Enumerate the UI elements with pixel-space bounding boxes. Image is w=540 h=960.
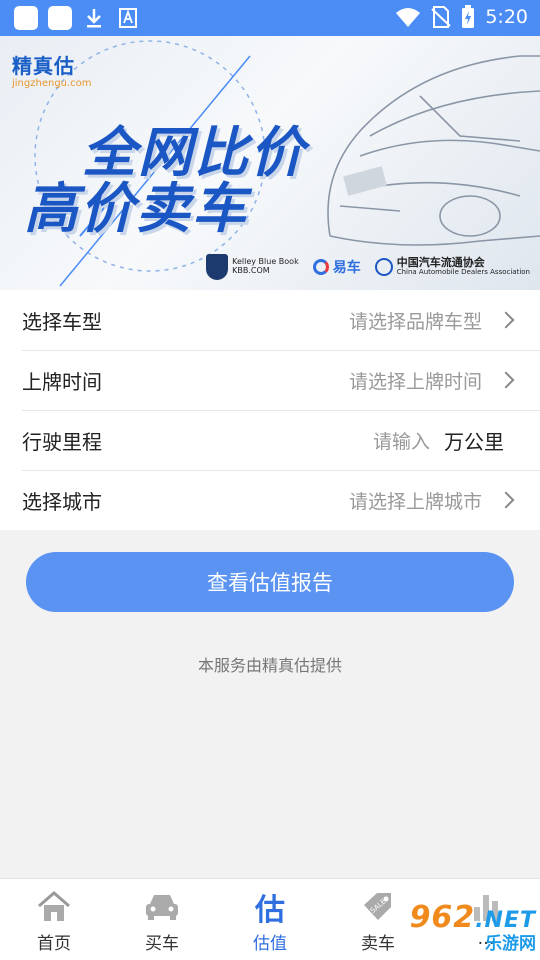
service-provider-note: 本服务由精真估提供 [197, 656, 342, 675]
tab-label: 首页 [37, 934, 71, 954]
chevron-right-icon [497, 311, 515, 329]
model-selector-placeholder: 请选择品牌车型 [348, 310, 482, 333]
partner-kbb: Kelley Blue Book KBB.COM [206, 254, 299, 280]
partner-cada-english: China Automobile Dealers Association [396, 268, 530, 277]
tab-label: 估值 [253, 934, 287, 954]
partner-logos: Kelley Blue Book KBB.COM 易车 中国汽车流通协会 Chi… [206, 254, 530, 280]
tab-estimate[interactable]: 估 估值 [216, 879, 324, 960]
app-square-icon [14, 6, 38, 30]
mileage-unit: 万公里 [444, 429, 504, 454]
status-bar: 5:20 [0, 0, 540, 36]
tab-label: 卖车 [361, 934, 395, 954]
city-selector-placeholder: 请选择上牌城市 [348, 490, 482, 513]
tab-home[interactable]: 首页 [0, 879, 108, 960]
battery-charging-icon [462, 5, 475, 28]
watermark-number: 962 [409, 900, 476, 935]
partner-cada-name: 中国汽车流通协会 [396, 256, 485, 270]
car-sketch [327, 55, 540, 246]
banner-headline-2: 高价卖车 [24, 177, 248, 240]
estimate-icon: 估 [255, 893, 285, 928]
view-report-button[interactable]: 查看估值报告 [26, 552, 514, 612]
site-watermark: 962.NET 乐游网 [410, 900, 536, 954]
select-model-row[interactable]: 选择车型 请选择品牌车型 [0, 290, 540, 350]
row-label: 行驶里程 [22, 429, 102, 454]
registration-date-row[interactable]: 上牌时间 请选择上牌时间 [0, 350, 540, 410]
download-icon [82, 6, 106, 30]
valuation-form: 选择车型 请选择品牌车型 上牌时间 请选择上牌时间 行驶里程 请输入 万公里 选… [0, 290, 540, 530]
home-icon [37, 889, 71, 925]
row-label: 选择车型 [22, 309, 102, 334]
partner-cada: 中国汽车流通协会 China Automobile Dealers Associ… [374, 256, 530, 277]
car-icon [144, 889, 180, 925]
partner-yiche-name: 易车 [332, 260, 361, 276]
row-label: 选择城市 [22, 489, 102, 514]
brand-logo: 精真估 jingzhengu.com [12, 50, 92, 89]
status-time: 5:20 [485, 6, 528, 28]
sale-tag-icon: SALE [361, 889, 395, 925]
kbb-badge-icon [206, 254, 229, 280]
tab-buy-car[interactable]: 买车 [108, 879, 216, 960]
app-square-icon [48, 6, 72, 30]
chevron-right-icon [497, 371, 515, 389]
select-city-row[interactable]: 选择城市 请选择上牌城市 [0, 470, 540, 530]
watermark-text: 乐游网 [485, 934, 536, 954]
promo-banner[interactable]: 精真估 jingzhengu.com 全网比价 高价卖车 Kelley Blue… [0, 36, 540, 290]
chevron-right-icon [497, 491, 515, 509]
row-label: 上牌时间 [22, 369, 102, 394]
status-right-icons: 5:20 [395, 5, 528, 29]
mileage-input[interactable]: 请输入 [373, 427, 430, 454]
mileage-row: 行驶里程 请输入 万公里 [0, 410, 540, 470]
wifi-icon [396, 8, 421, 27]
no-sim-icon [431, 6, 452, 28]
tab-label: 买车 [145, 934, 179, 954]
text-icon [116, 6, 140, 30]
brand-url: jingzhengu.com [12, 78, 92, 89]
brand-name: 精真估 [12, 54, 75, 78]
date-selector-placeholder: 请选择上牌时间 [348, 370, 482, 393]
status-left-icons [14, 6, 140, 30]
yiche-logo-icon [312, 259, 329, 275]
cada-logo-icon [374, 258, 393, 276]
partner-yiche: 易车 [312, 257, 361, 277]
partner-kbb-site: KBB.COM [232, 266, 270, 275]
